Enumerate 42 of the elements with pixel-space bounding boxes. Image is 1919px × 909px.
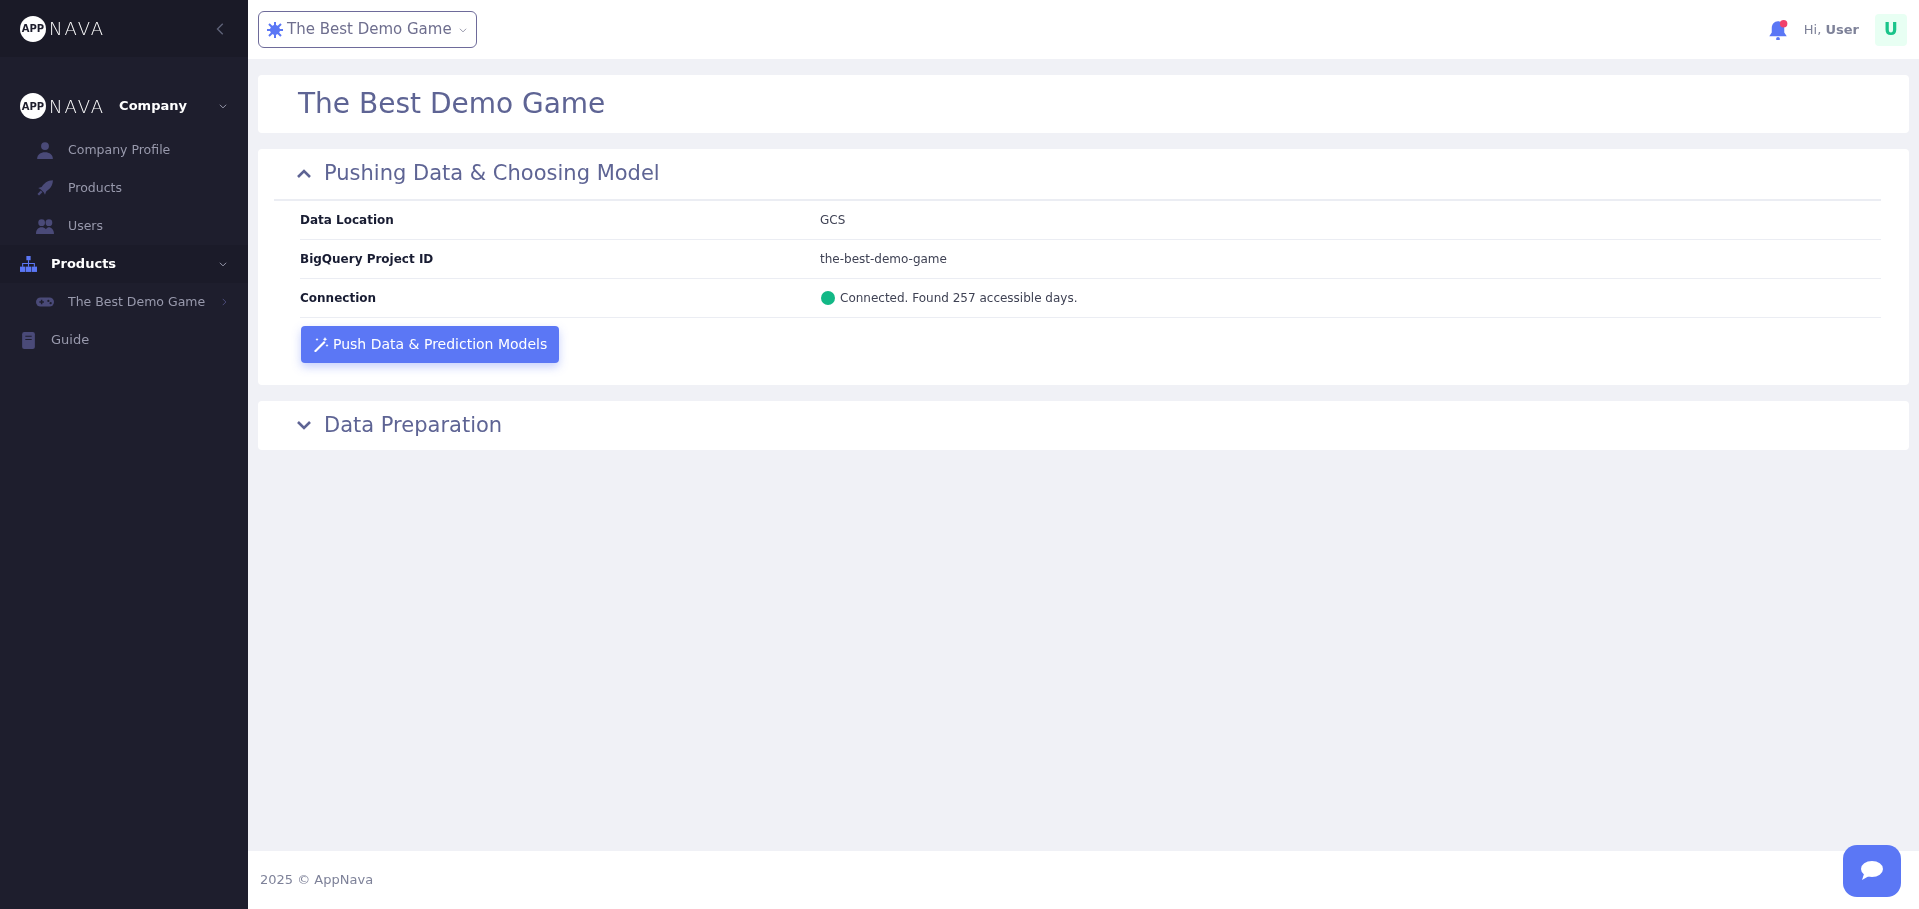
product-selector[interactable]: The Best Demo Game xyxy=(258,11,477,48)
push-button[interactable]: Push Data & Prediction Models xyxy=(301,325,560,363)
sidebar-item[interactable]: Products xyxy=(0,245,248,283)
chat-button[interactable] xyxy=(1843,845,1901,897)
magic-wand-icon xyxy=(313,336,329,352)
section-header[interactable]: Pushing Data & Choosing Model xyxy=(258,149,1909,199)
bell-icon[interactable] xyxy=(1767,19,1788,40)
sidebar-label: Products xyxy=(68,178,122,197)
logo-badge: APP xyxy=(20,93,46,119)
rocket-icon xyxy=(36,179,54,197)
sitemap-icon xyxy=(20,255,37,273)
chat-bubble-icon xyxy=(1859,859,1885,883)
logo-badge: APP xyxy=(20,15,46,42)
sidebar-label: Products xyxy=(51,255,117,274)
sidebar-label: Company Profile xyxy=(68,140,171,159)
field-value: the-best-demo-game xyxy=(820,250,947,268)
field-value: Connected. Found 257 accessible days. xyxy=(840,289,1078,307)
footer-text: 2025 © AppNava xyxy=(260,871,374,890)
field-label: Data Location xyxy=(300,211,395,229)
sidebar-label: Users xyxy=(68,216,103,235)
status-dot xyxy=(820,289,836,306)
sidebar-subitem[interactable]: Company Profile xyxy=(0,131,248,169)
logo-text: NAVA xyxy=(49,94,106,119)
page-title: The Best Demo Game xyxy=(297,86,607,122)
sidebar-item[interactable]: Guide xyxy=(0,321,248,359)
sidebar-subitem[interactable]: Products xyxy=(0,169,248,207)
sidebar-label: Guide xyxy=(51,331,90,350)
sidebar-subitem[interactable]: The Best Demo Game xyxy=(0,283,248,321)
field-label: BigQuery Project ID xyxy=(300,250,435,268)
section-header[interactable]: Data Preparation xyxy=(258,400,1909,450)
gear-icon xyxy=(267,21,283,38)
users-icon xyxy=(36,217,54,235)
sidebar-subitem[interactable]: Users xyxy=(0,207,248,245)
sidebar-label: The Best Demo Game xyxy=(68,292,206,311)
sidebar-label: Company xyxy=(119,97,187,116)
logo-text: NAVA xyxy=(49,17,106,41)
sidebar-item[interactable]: APP NAVA Company xyxy=(0,81,248,131)
book-icon xyxy=(20,331,37,349)
greeting-text: Hi, User xyxy=(1803,20,1859,39)
field-label: Connection xyxy=(300,289,378,307)
field-value: GCS xyxy=(820,211,846,229)
person-icon xyxy=(36,141,54,159)
